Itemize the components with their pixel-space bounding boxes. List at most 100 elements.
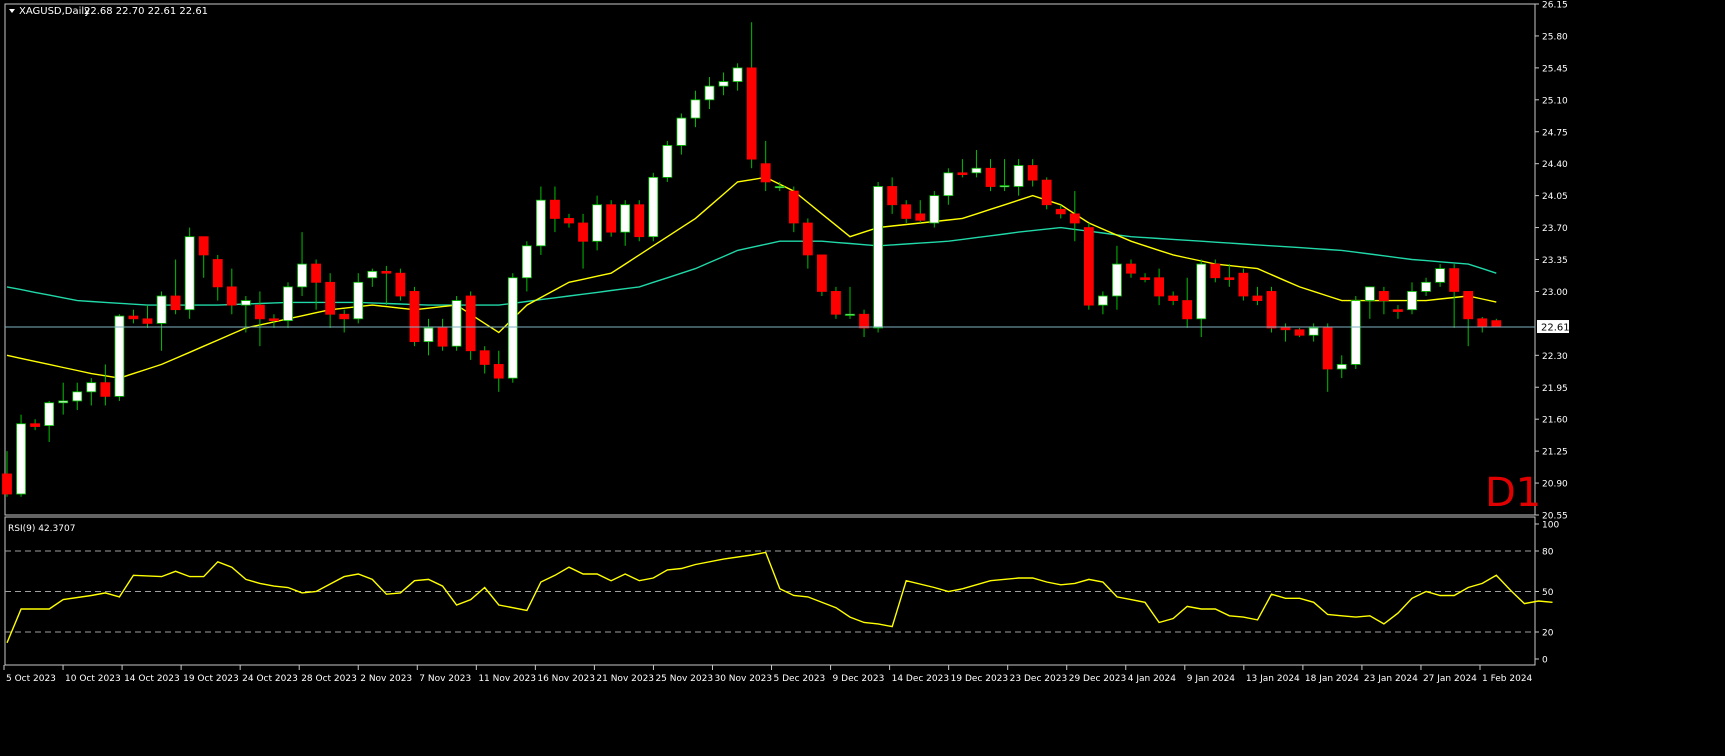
date-tick-label: 19 Oct 2023 xyxy=(183,674,239,684)
candle-body-bear xyxy=(100,382,111,397)
candle-body-bear xyxy=(1379,291,1389,301)
candle-body-bull xyxy=(592,204,602,242)
candle-body-bear xyxy=(859,313,869,329)
candle-body-bear xyxy=(817,254,827,292)
candle xyxy=(1266,286,1277,333)
candle-body-bear xyxy=(1140,277,1150,280)
date-tick-label: 29 Dec 2023 xyxy=(1069,674,1127,684)
date-tick-label: 11 Nov 2023 xyxy=(478,674,536,684)
candle-body-bear xyxy=(606,204,617,233)
candle-body-bull xyxy=(521,245,532,279)
candle-body-bull xyxy=(690,99,701,119)
candle-body-bear xyxy=(198,236,209,256)
date-tick-label: 2 Nov 2023 xyxy=(360,674,412,684)
date-tick-label: 10 Oct 2023 xyxy=(65,674,121,684)
candle xyxy=(16,414,26,497)
candle-body-bear xyxy=(254,304,265,320)
candle-body-bear xyxy=(957,172,968,176)
candle-body-bear xyxy=(1168,295,1179,301)
candle-body-bear xyxy=(311,263,322,283)
candle-body-bear xyxy=(479,350,490,365)
date-tick-label: 5 Dec 2023 xyxy=(774,674,826,684)
candle-body-bear xyxy=(142,318,153,324)
date-tick-label: 4 Jan 2024 xyxy=(1128,674,1176,684)
rsi-tick-label: 50 xyxy=(1542,588,1554,598)
candle xyxy=(184,227,195,319)
date-tick-label: 13 Jan 2024 xyxy=(1246,674,1300,684)
candle xyxy=(1083,223,1094,310)
candle-body-bull xyxy=(943,172,954,197)
candle-body-bear xyxy=(1491,320,1502,328)
candle-body-bear xyxy=(325,281,336,315)
candle-body-bear xyxy=(437,327,448,347)
candle-body-bull xyxy=(648,176,659,238)
candle xyxy=(662,140,673,182)
candle xyxy=(507,273,518,383)
candle-body-bear xyxy=(269,318,279,322)
candle xyxy=(465,291,476,360)
candle-body-bull xyxy=(1196,263,1207,320)
candle xyxy=(831,286,841,319)
candle-body-bull xyxy=(718,81,729,87)
candle-body-bull xyxy=(72,391,83,402)
candle-body-bear xyxy=(339,313,350,320)
price-tick-label: 25.80 xyxy=(1542,32,1568,42)
date-tick-label: 1 Feb 2024 xyxy=(1482,674,1533,684)
price-tick-label: 23.00 xyxy=(1542,288,1568,298)
candle xyxy=(817,254,827,296)
candle-body-bear xyxy=(465,295,476,352)
candle xyxy=(1350,296,1361,369)
price-tick-label: 23.70 xyxy=(1542,224,1568,234)
candle xyxy=(634,200,645,242)
candle-body-bear xyxy=(1126,263,1136,274)
candle-body-bear xyxy=(1294,329,1305,336)
candle-body-bull xyxy=(1013,165,1024,187)
last-price-label: 22.61 xyxy=(1537,320,1570,334)
price-tick-label: 24.75 xyxy=(1542,128,1568,138)
candle-body-bull xyxy=(1308,327,1319,336)
rsi-tick-label: 20 xyxy=(1542,629,1554,639)
candle-body-bear xyxy=(381,270,392,274)
candle-body-bull xyxy=(1435,268,1445,283)
ohlc-values: 22.68 22.70 22.61 22.61 xyxy=(84,6,208,17)
candle-body-bull xyxy=(58,400,69,404)
candle-body-bull xyxy=(1336,364,1347,370)
candle-body-bull xyxy=(367,270,378,279)
date-tick-label: 7 Nov 2023 xyxy=(419,674,471,684)
candle-body-bull xyxy=(676,117,687,146)
candle-body-bull xyxy=(1112,263,1122,297)
candle-body-bear xyxy=(634,204,645,238)
candle-body-bear xyxy=(1477,318,1488,327)
candle-body-bear xyxy=(493,364,504,379)
candle-body-bear xyxy=(1182,300,1193,320)
candle-body-bear xyxy=(409,291,420,343)
candle-body-bear xyxy=(564,218,574,224)
candle-body-bull xyxy=(114,315,125,397)
candle-body-bear xyxy=(2,473,12,495)
date-tick-label: 14 Oct 2023 xyxy=(124,674,180,684)
candle-body-bull xyxy=(507,277,518,379)
chart-canvas[interactable]: 26.15 25.80 25.45 25.10 24.75 24.40 24.05 23.70… xyxy=(0,0,1725,756)
timeframe-label: D1 xyxy=(1485,470,1541,516)
candle xyxy=(409,286,420,347)
candle-body-bear xyxy=(1266,291,1277,329)
rsi-tick-label: 100 xyxy=(1542,521,1559,531)
price-tick-label: 24.05 xyxy=(1542,192,1568,202)
candle-body-bear xyxy=(128,315,139,320)
candle-body-bear xyxy=(915,213,926,221)
candle-body-bear xyxy=(1041,179,1052,206)
candle-body-bull xyxy=(999,185,1010,188)
candle-body-bear xyxy=(550,199,560,219)
candle-body-bear xyxy=(901,204,912,219)
price-tick-label: 25.10 xyxy=(1542,96,1568,106)
candle-body-bear xyxy=(212,259,223,288)
candle-body-bull xyxy=(1407,291,1417,311)
candle-body-bear xyxy=(760,163,771,183)
chart-background xyxy=(0,0,1725,756)
candle xyxy=(873,181,883,333)
price-tick-label: 22.30 xyxy=(1542,352,1568,362)
last-price-text: 22.61 xyxy=(1541,323,1570,334)
candle-body-bull xyxy=(1098,295,1108,306)
price-tick-label: 24.40 xyxy=(1542,160,1568,170)
candle-body-bull xyxy=(44,402,55,426)
